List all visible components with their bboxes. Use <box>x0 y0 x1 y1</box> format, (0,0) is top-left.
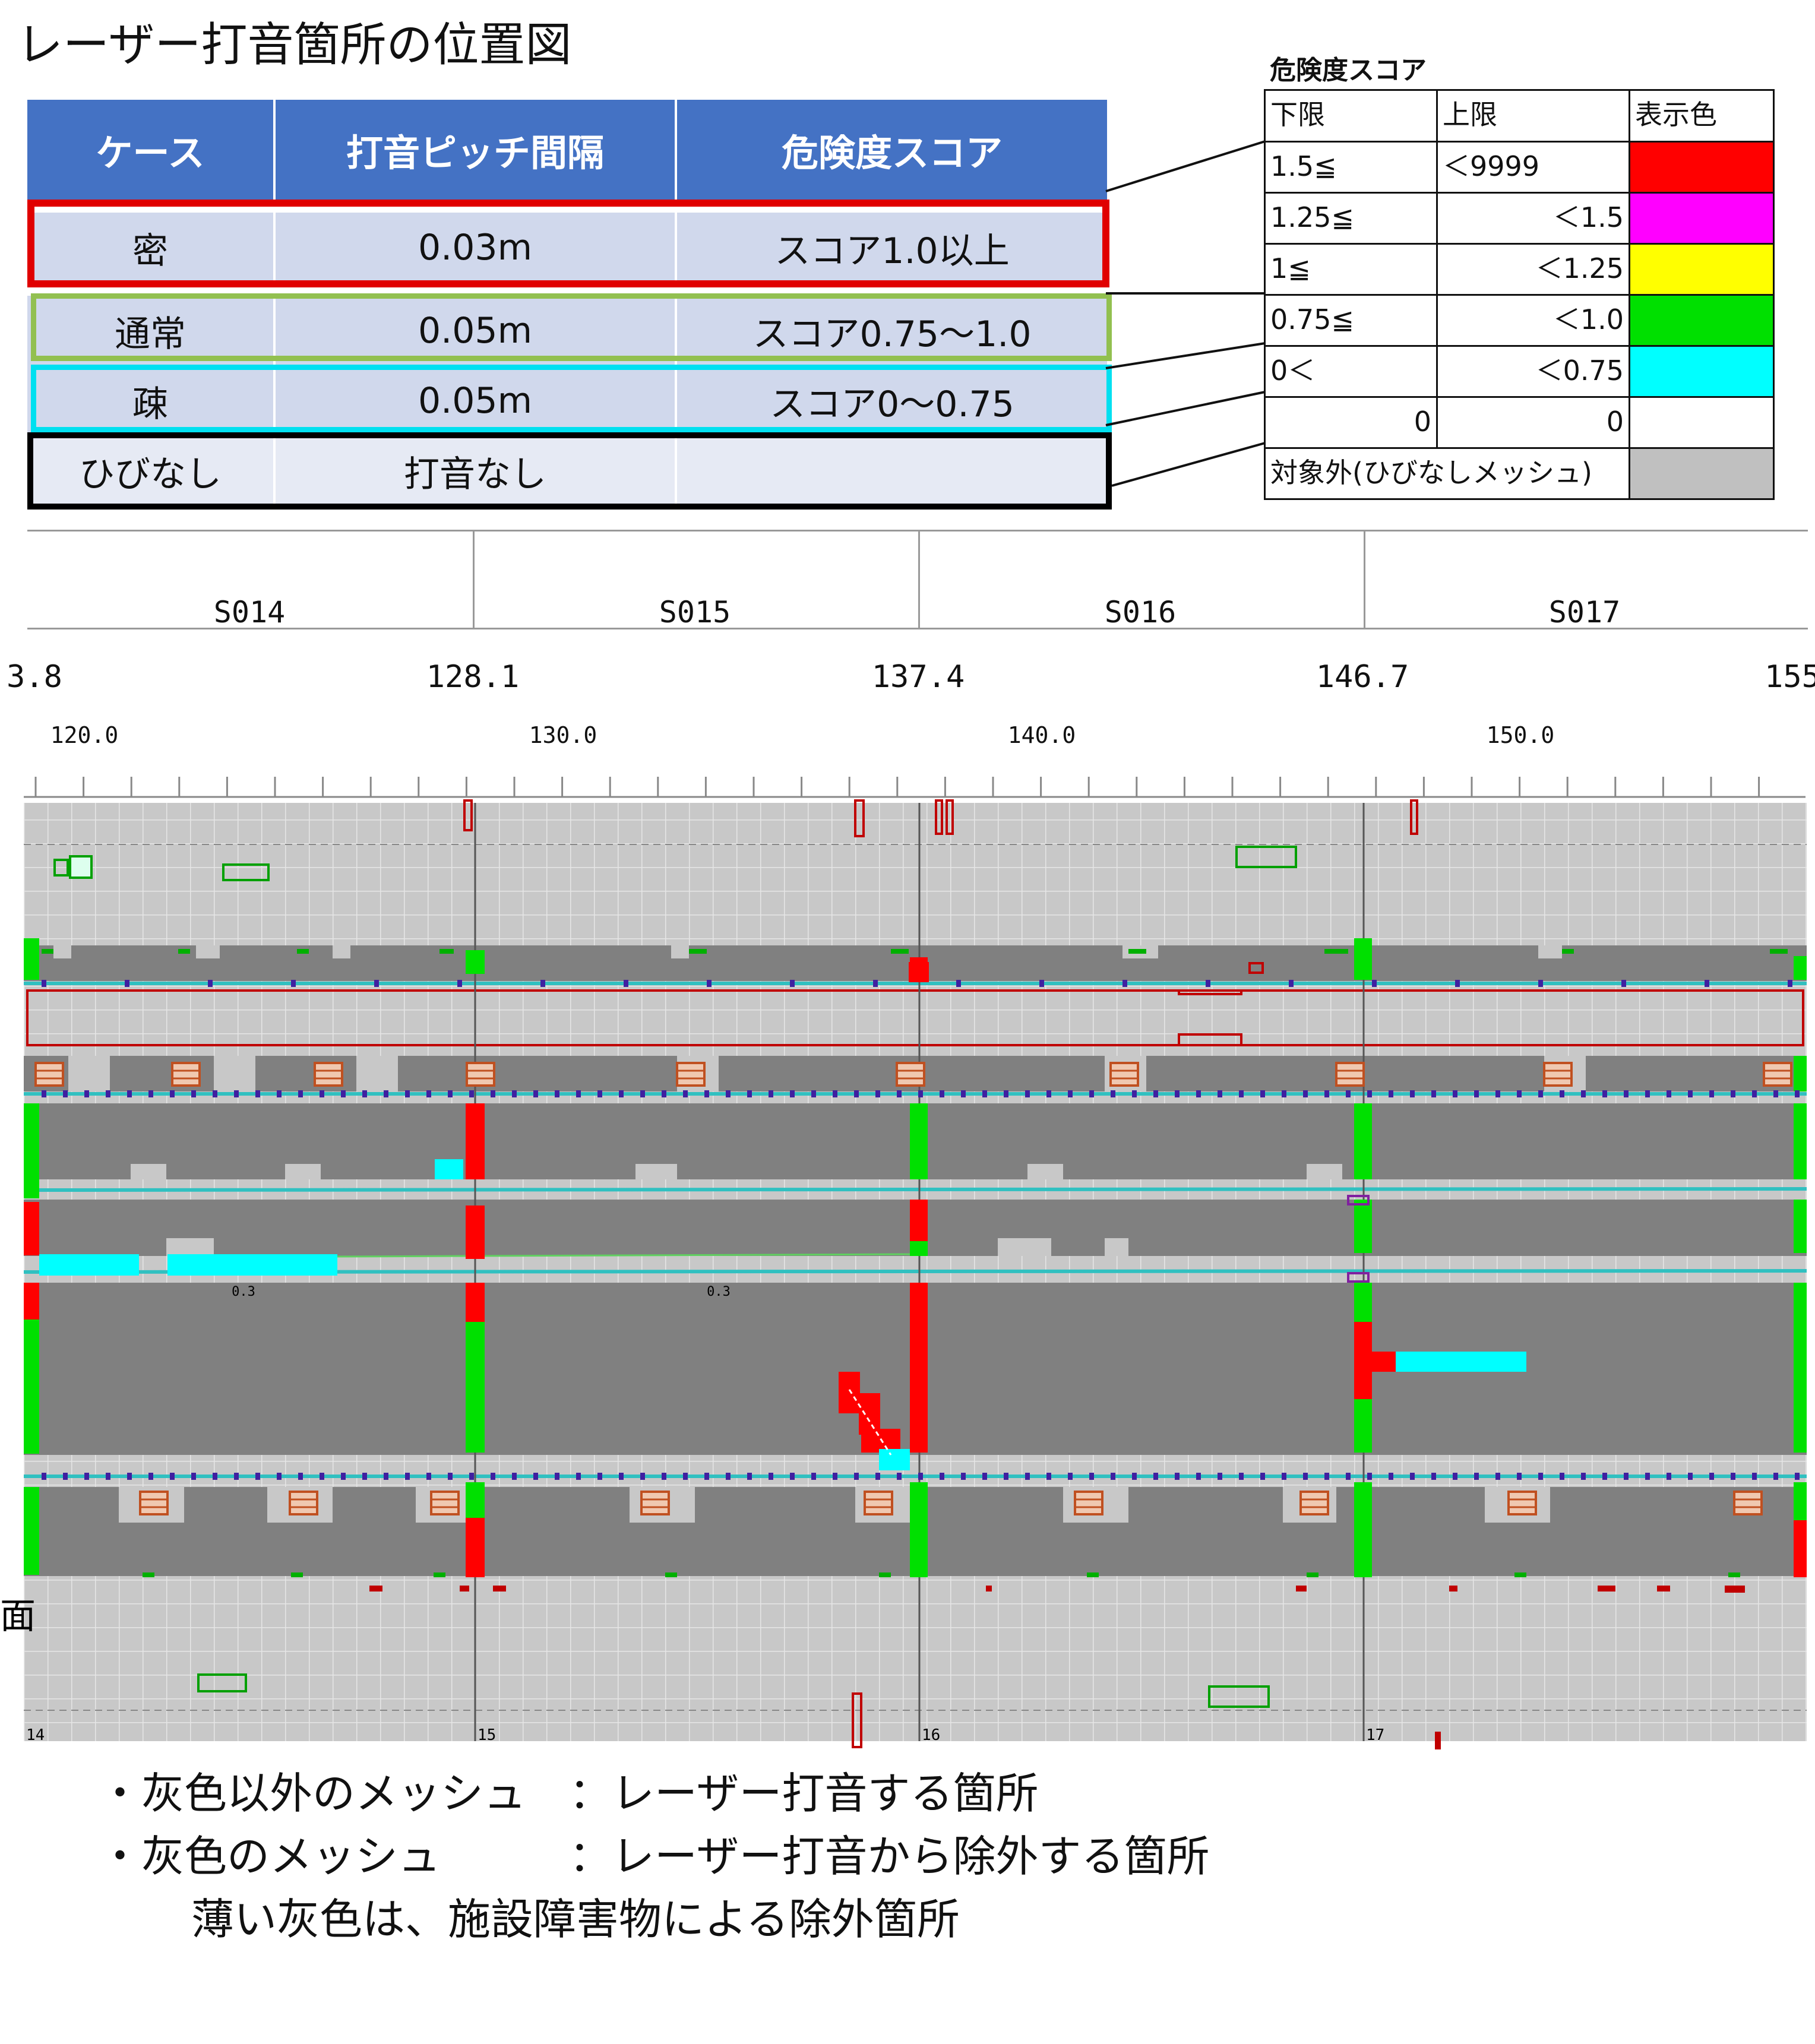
score-upper: ＜1.5 <box>1436 192 1630 245</box>
bench-icon <box>34 1062 64 1087</box>
km-mark: 128.1 <box>426 659 520 695</box>
left-edge-label: 面 <box>0 1596 36 1637</box>
score-header-color: 表示色 <box>1629 89 1775 143</box>
scale-mark: 140.0 <box>1007 722 1076 748</box>
score-color-swatch <box>1629 141 1775 194</box>
bench-icon <box>864 1491 893 1515</box>
km-mark: 137.4 <box>871 659 965 695</box>
bench-icon <box>1335 1062 1365 1087</box>
note-non-gray: ・灰色以外のメッシュ ：レーザー打音する箇所 <box>99 1768 1039 1818</box>
bench-icon <box>1074 1491 1103 1515</box>
bench-icon <box>1299 1491 1329 1515</box>
mesh-diagram: 0.3 0.3 14 15 16 17 面 <box>0 777 1807 1749</box>
score-color-swatch <box>1629 192 1775 245</box>
km-mark: 155 <box>1765 659 1815 695</box>
bench-icon <box>896 1062 925 1087</box>
score-lower: 1.5≦ <box>1264 141 1438 194</box>
bench-icon <box>1507 1491 1537 1515</box>
dimension-label: 0.3 <box>707 1284 731 1299</box>
bench-icon <box>289 1491 318 1515</box>
ruler <box>24 777 1805 798</box>
section-label: S015 <box>659 595 731 629</box>
score-color-swatch <box>1629 396 1775 449</box>
score-upper: ＜1.0 <box>1436 294 1630 347</box>
km-mark: 146.7 <box>1316 659 1409 695</box>
mesh-block-label: 17 <box>1366 1726 1384 1744</box>
score-lower: 対象外(ひびなしメッシュ) <box>1264 447 1630 500</box>
note-gray: ・灰色のメッシュ ：レーザー打音から除外する箇所 <box>99 1831 1210 1881</box>
score-lower: 1.25≦ <box>1264 192 1438 245</box>
score-color-swatch <box>1629 447 1775 500</box>
score-color-swatch <box>1629 294 1775 347</box>
bench-icon <box>171 1062 201 1087</box>
bench-icon <box>1109 1062 1139 1087</box>
score-lower: 0＜ <box>1264 345 1438 398</box>
bench-icon <box>430 1491 460 1515</box>
score-table-title: 危険度スコア <box>1270 55 1427 86</box>
score-table: 下限 上限 表示色 1.5≦ ＜9999 1.25≦ ＜1.5 1≦ ＜1.25… <box>1264 89 1775 500</box>
dimension-label: 0.3 <box>232 1284 255 1299</box>
bench-icon <box>676 1062 706 1087</box>
mesh-block-label: 14 <box>26 1726 45 1744</box>
bench-icon <box>314 1062 343 1087</box>
bench-icon <box>466 1062 495 1087</box>
score-upper: ＜0.75 <box>1436 345 1630 398</box>
score-lower: 0.75≦ <box>1264 294 1438 347</box>
bench-icon <box>1733 1491 1763 1515</box>
score-upper: ＜9999 <box>1436 141 1630 194</box>
section-strip <box>27 530 1808 629</box>
score-upper: 0 <box>1436 396 1630 449</box>
scale-mark: 130.0 <box>529 722 597 748</box>
score-upper: ＜1.25 <box>1436 243 1630 296</box>
mesh-block-label: 15 <box>478 1726 496 1744</box>
section-label: S017 <box>1548 595 1621 629</box>
score-header-upper: 上限 <box>1436 89 1630 143</box>
bench-icon <box>1763 1062 1792 1087</box>
km-mark: 3.8 <box>7 659 62 695</box>
bench-icon <box>139 1491 169 1515</box>
section-label: S014 <box>213 595 286 629</box>
score-lower: 0 <box>1264 396 1438 449</box>
score-header-lower: 下限 <box>1264 89 1438 143</box>
score-color-swatch <box>1629 345 1775 398</box>
bench-icon <box>1543 1062 1573 1087</box>
section-label: S016 <box>1104 595 1177 629</box>
scale-mark: 120.0 <box>50 722 119 748</box>
scale-mark: 150.0 <box>1486 722 1555 748</box>
bench-icon <box>640 1491 670 1515</box>
mesh-block-label: 16 <box>922 1726 940 1744</box>
score-lower: 1≦ <box>1264 243 1438 296</box>
score-color-swatch <box>1629 243 1775 296</box>
note-light-gray: 薄い灰色は、施設障害物による除外箇所 <box>191 1894 960 1944</box>
